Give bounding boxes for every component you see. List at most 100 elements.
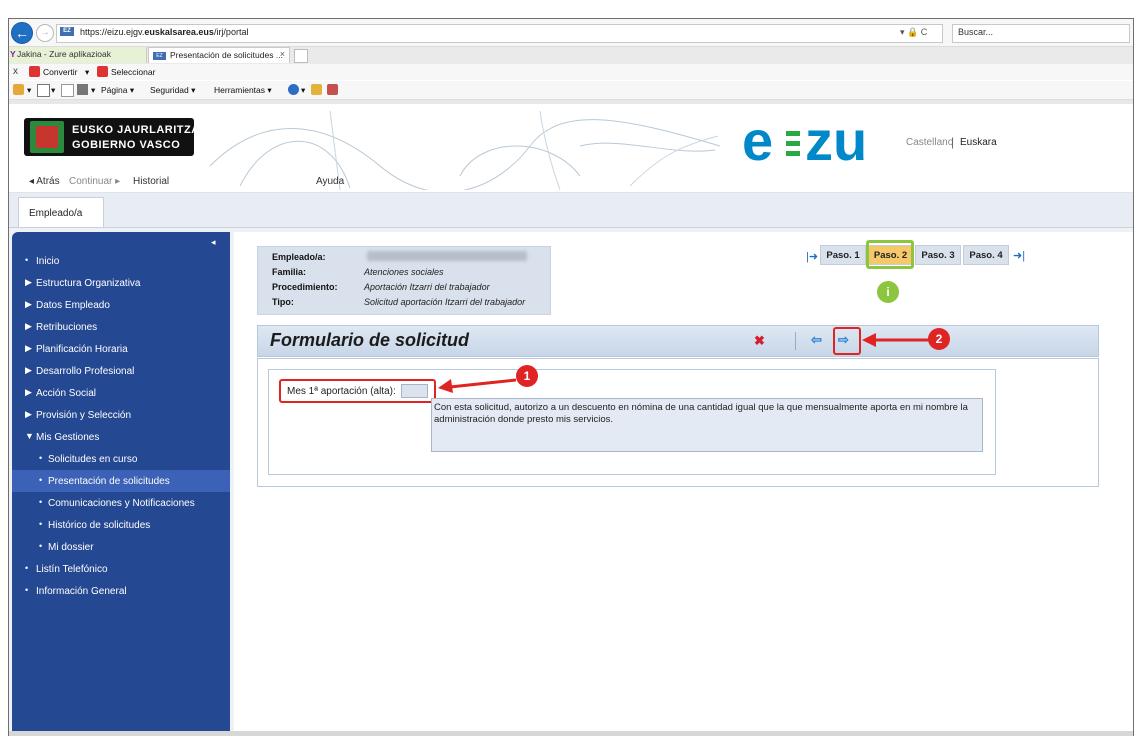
back-arrow-icon[interactable]: ← <box>11 22 33 44</box>
url-text: https://eizu.ejgv.euskalsarea.eus/irj/po… <box>80 25 248 39</box>
browser-search-placeholder: Buscar... <box>958 27 994 37</box>
sidebar-item-label: Histórico de solicitudes <box>48 520 151 531</box>
url-tools[interactable]: ▾ 🔒 C <box>900 25 927 39</box>
brand-zu: zu <box>805 109 868 172</box>
bullet-icon: • <box>25 255 29 265</box>
home-dropdown-icon[interactable]: ▾ <box>27 85 31 96</box>
sidebar-item-estructura[interactable]: ▶ Estructura Organizativa <box>12 272 230 294</box>
bullet-icon: • <box>39 541 43 551</box>
mes-aportacion-input[interactable] <box>401 384 428 398</box>
employee-value-redacted <box>367 251 527 261</box>
research-icon[interactable] <box>311 84 322 95</box>
sidebar-item-label: Listín Telefónico <box>36 564 108 575</box>
sidebar-item-datos[interactable]: ▶ Datos Empleado <box>12 294 230 316</box>
brand-e: e <box>742 109 774 172</box>
tools-menu[interactable]: Herramientas ▾ <box>214 85 272 96</box>
consent-text: Con esta solicitud, autorizo a un descue… <box>434 402 968 425</box>
current-step-highlight <box>866 240 914 269</box>
tab-presentacion[interactable]: EZ Presentación de solicitudes ... × <box>148 47 290 63</box>
continue-link[interactable]: Continuar ▸ <box>69 176 120 187</box>
type-label: Tipo: <box>272 297 294 307</box>
home-icon[interactable] <box>13 84 24 95</box>
coat-of-arms-inner-icon <box>36 126 58 148</box>
sidebar-item-label: Datos Empleado <box>36 300 110 311</box>
previous-arrow-icon[interactable]: ⇦ <box>811 332 822 348</box>
delete-icon[interactable]: ✖ <box>754 333 765 349</box>
sidebar-item-solicitudes-curso[interactable]: • Solicitudes en curso <box>12 448 230 470</box>
select-pdf-icon <box>97 66 108 77</box>
sidebar-item-retribuciones[interactable]: ▶ Retribuciones <box>12 316 230 338</box>
close-tab-icon[interactable]: × <box>280 49 285 59</box>
next-arrow-icon[interactable]: ⇨ <box>838 332 849 348</box>
sidebar-item-informacion[interactable]: • Información General <box>12 580 230 602</box>
collapse-icon: ▼ <box>25 431 34 441</box>
sidebar-item-listin[interactable]: • Listín Telefónico <box>12 558 230 580</box>
sidebar-item-label: Solicitudes en curso <box>48 454 138 465</box>
sidebar-item-label: Mi dossier <box>48 542 94 553</box>
tab-empleado[interactable]: Empleado/a <box>18 197 104 227</box>
procedure-value: Aportación Itzarri del trabajador <box>364 282 490 292</box>
sidebar-item-label: Mis Gestiones <box>36 432 100 443</box>
sidebar-item-provision[interactable]: ▶ Provisión y Selección <box>12 404 230 426</box>
sidebar-item-label: Presentación de solicitudes <box>48 476 170 487</box>
yahoo-icon: Y <box>10 49 16 59</box>
sidebar-item-mis-gestiones[interactable]: ▼ Mis Gestiones <box>12 426 230 448</box>
logo-line-2: GOBIERNO VASCO <box>72 139 181 151</box>
header-divider <box>795 332 796 350</box>
history-link[interactable]: Historial <box>133 176 169 187</box>
annotation-arrow-2 <box>862 333 930 347</box>
expand-icon: ▶ <box>25 387 32 397</box>
command-bar-2: ▾ ▾ ▾ Página ▾ Seguridad ▾ Herramientas … <box>9 81 1133 100</box>
help-icon[interactable] <box>288 84 299 95</box>
form-title: Formulario de solicitud <box>270 330 470 350</box>
expand-icon: ▶ <box>25 299 32 309</box>
sidebar-item-label: Información General <box>36 586 127 597</box>
mail-icon[interactable] <box>61 84 74 97</box>
help-link[interactable]: Ayuda <box>316 176 344 187</box>
lang-euskara-link[interactable]: Euskara <box>960 137 997 148</box>
expand-icon: ▶ <box>25 277 32 287</box>
url-domain: euskalsarea.eus <box>144 27 214 37</box>
print-dropdown-icon[interactable]: ▾ <box>91 85 95 96</box>
lang-castellano-link[interactable]: Castellano <box>906 137 953 148</box>
print-icon[interactable] <box>77 84 88 95</box>
sidebar-item-dossier[interactable]: • Mi dossier <box>12 536 230 558</box>
sidebar-item-presentacion[interactable]: • Presentación de solicitudes <box>12 470 230 492</box>
last-step-icon[interactable]: ➜| <box>1013 249 1025 262</box>
brand-bar <box>786 151 800 156</box>
convert-button[interactable]: Convertir <box>43 67 77 77</box>
tab-jakina[interactable]: Y Jakina - Zure aplikazioak <box>9 47 147 63</box>
step-3[interactable]: Paso. 3 <box>915 245 961 265</box>
annotation-badge-1: 1 <box>516 365 538 387</box>
convert-pdf-icon <box>29 66 40 77</box>
new-tab-button[interactable] <box>294 49 308 63</box>
select-button[interactable]: Seleccionar <box>111 67 155 77</box>
convert-dropdown-icon[interactable]: ▾ <box>85 67 89 78</box>
logo-line-1: EUSKO JAURLARITZA <box>72 124 200 136</box>
horizontal-scrollbar[interactable] <box>9 731 1133 736</box>
feeds-dropdown-icon[interactable]: ▾ <box>51 85 55 96</box>
expand-icon: ▶ <box>25 321 32 331</box>
sidebar-item-desarrollo[interactable]: ▶ Desarrollo Profesional <box>12 360 230 382</box>
first-step-icon[interactable]: |➜ <box>806 250 818 263</box>
sidebar-item-accion-social[interactable]: ▶ Acción Social <box>12 382 230 404</box>
bullet-icon: • <box>39 453 43 463</box>
sidebar-item-planificacion[interactable]: ▶ Planificación Horaria <box>12 338 230 360</box>
sidebar-item-comunicaciones[interactable]: • Comunicaciones y Notificaciones <box>12 492 230 514</box>
step-4[interactable]: Paso. 4 <box>963 245 1009 265</box>
step-1[interactable]: Paso. 1 <box>820 245 866 265</box>
feeds-icon[interactable] <box>37 84 50 97</box>
help-dropdown-icon[interactable]: ▾ <box>301 85 305 96</box>
sidebar-collapse-icon[interactable]: ◂ <box>211 237 216 248</box>
sidebar-item-label: Comunicaciones y Notificaciones <box>48 498 195 509</box>
sidebar-item-inicio[interactable]: • Inicio <box>12 250 230 272</box>
page-menu[interactable]: Página ▾ <box>101 85 134 96</box>
translate-icon[interactable] <box>327 84 338 95</box>
close-toolbar-icon[interactable]: x <box>13 66 18 77</box>
url-path: /irj/portal <box>213 27 249 37</box>
back-link[interactable]: ◂ Atrás <box>29 176 60 187</box>
security-menu[interactable]: Seguridad ▾ <box>150 85 195 96</box>
forward-arrow-icon[interactable]: → <box>36 24 54 42</box>
sidebar-item-historico[interactable]: • Histórico de solicitudes <box>12 514 230 536</box>
sidebar-item-label: Inicio <box>36 256 60 267</box>
